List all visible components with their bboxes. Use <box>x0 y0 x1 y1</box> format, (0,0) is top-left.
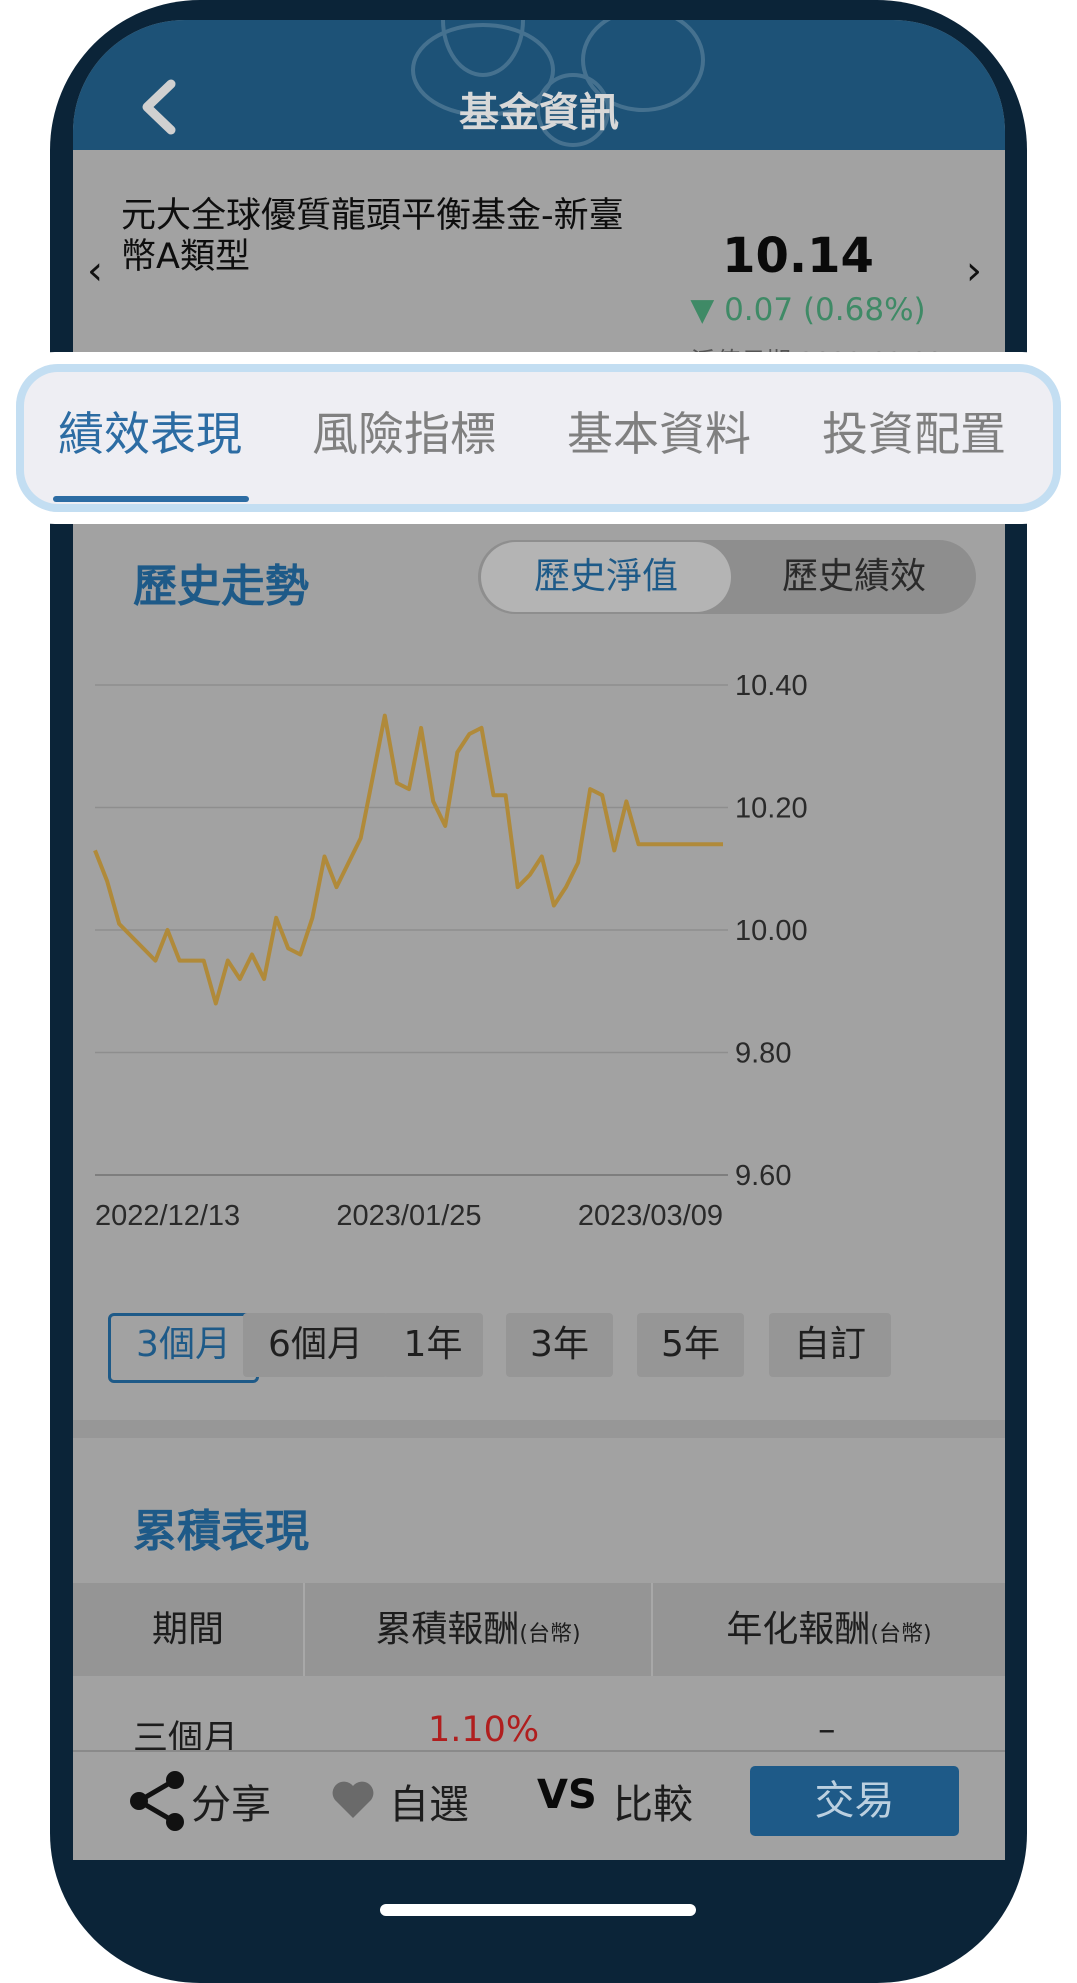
compare-button[interactable]: 比較 <box>613 1772 693 1830</box>
nav-series-line <box>93 713 723 1006</box>
app-screen: 基金資訊 ‹ › 元大全球優質龍頭平衡基金-新臺 幣A類型 10.14 ▼ 0.… <box>73 20 1005 1860</box>
col-annualized-return: 年化報酬(台幣) <box>653 1583 1005 1676</box>
vs-icon[interactable]: VS <box>537 1772 597 1818</box>
col-period: 期間 <box>151 1609 224 1650</box>
tab-performance[interactable]: 績效表現 <box>58 398 242 464</box>
range-button-3[interactable]: 3年 <box>506 1313 613 1377</box>
y-tick-label: 10.40 <box>735 670 808 702</box>
col-cumulative-return: 累積報酬(台幣) <box>305 1583 651 1676</box>
row-cumulative-return: 1.10% <box>428 1710 540 1750</box>
fund-name-line2: 幣A類型 <box>121 237 250 277</box>
tab-risk-indicators[interactable]: 風險指標 <box>312 398 496 464</box>
tab-asset-allocation[interactable]: 投資配置 <box>822 398 1006 464</box>
share-icon[interactable] <box>127 1770 189 1832</box>
fund-name: 元大全球優質龍頭平衡基金-新臺 幣A類型 <box>121 196 681 278</box>
y-tick-label: 9.80 <box>735 1038 791 1070</box>
range-button-5[interactable]: 自訂 <box>769 1313 891 1377</box>
x-tick-label: 2023/03/09 <box>578 1200 723 1232</box>
y-tick-label: 10.00 <box>735 915 808 947</box>
favorite-button[interactable]: 自選 <box>389 1772 469 1830</box>
col-unit: (台幣) <box>519 1622 581 1647</box>
page-title: 基金資訊 <box>459 90 619 136</box>
tab-basic-info[interactable]: 基本資料 <box>567 398 751 464</box>
x-tick-label: 2023/01/25 <box>336 1200 481 1232</box>
col-annualized-label: 年化報酬 <box>726 1609 871 1650</box>
trade-button[interactable]: 交易 <box>750 1766 959 1836</box>
range-button-4[interactable]: 5年 <box>637 1313 744 1377</box>
y-tick-label: 9.60 <box>735 1160 791 1192</box>
toggle-history-performance[interactable]: 歷史績效 <box>733 542 975 612</box>
share-button[interactable]: 分享 <box>191 1772 271 1830</box>
range-button-2[interactable]: 1年 <box>383 1313 483 1377</box>
y-tick-label: 10.20 <box>735 793 808 825</box>
cumulative-title: 累積表現 <box>133 1506 309 1557</box>
toggle-history-nav[interactable]: 歷史淨值 <box>481 542 731 612</box>
range-button-0[interactable]: 3個月 <box>108 1313 259 1383</box>
heart-icon[interactable] <box>331 1780 375 1820</box>
next-fund-icon[interactable]: › <box>966 248 982 294</box>
x-tick-label: 2022/12/13 <box>95 1200 240 1232</box>
row-annualized-return: – <box>818 1710 836 1750</box>
nav-history-chart: 10.40 10.20 10.00 9.80 9.60 2022/12/13 2023/01… <box>93 670 808 1232</box>
col-cumulative-label: 累積報酬 <box>375 1609 520 1650</box>
range-button-1[interactable]: 6個月 <box>243 1313 388 1377</box>
fund-name-line1: 元大全球優質龍頭平衡基金-新臺 <box>121 196 624 236</box>
nav-price: 10.14 <box>722 228 874 284</box>
history-title: 歷史走勢 <box>133 561 309 612</box>
nav-change: ▼ 0.07 (0.68%) <box>690 292 926 328</box>
prev-fund-icon[interactable]: ‹ <box>87 248 103 294</box>
col-unit: (台幣) <box>870 1622 932 1647</box>
header-bar: 基金資訊 <box>73 20 1005 150</box>
section-divider <box>73 1420 1005 1438</box>
tab-active-indicator <box>53 496 249 502</box>
home-indicator[interactable] <box>380 1904 696 1916</box>
